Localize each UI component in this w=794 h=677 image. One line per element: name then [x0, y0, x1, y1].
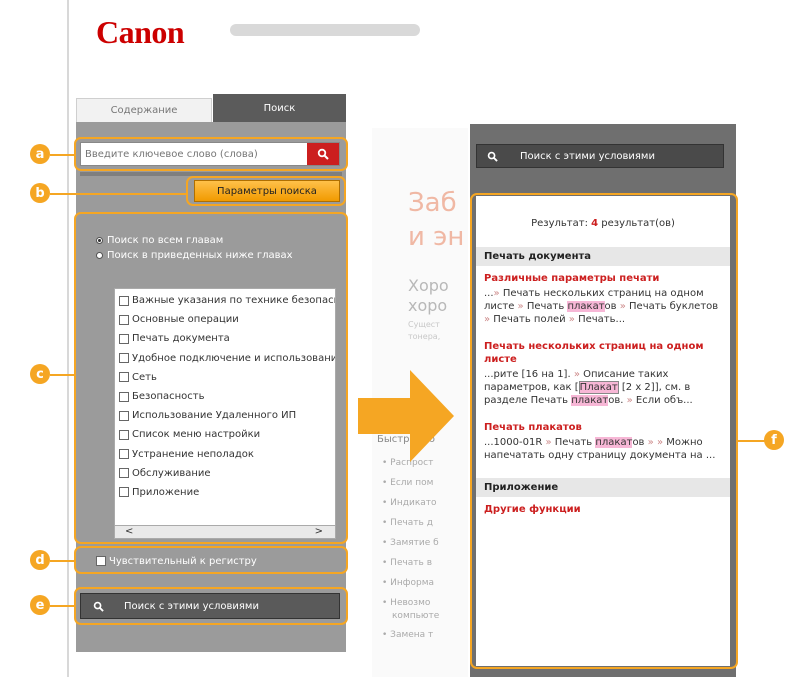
callout-frame-b	[186, 176, 346, 206]
callout-badge-e: e	[30, 595, 50, 615]
results-search-with-conditions-button[interactable]: Поиск с этими условиями	[476, 144, 724, 168]
tab-search[interactable]: Поиск	[213, 94, 346, 122]
callout-connector	[50, 560, 74, 562]
callout-badge-d: d	[30, 550, 50, 570]
background-heading: Заб и эн	[408, 188, 465, 252]
callout-connector	[50, 374, 74, 376]
callout-frame-e	[74, 587, 348, 625]
callout-connector	[50, 193, 186, 195]
callout-frame-d	[74, 546, 348, 574]
background-bullet: компьюте	[392, 611, 440, 621]
callout-badge-a: a	[30, 144, 50, 164]
blurred-product-title	[230, 24, 420, 36]
background-bullet: • Замена т	[382, 630, 434, 640]
callout-connector	[50, 154, 74, 156]
background-bullet: • Печать в	[382, 558, 433, 568]
arrow-right-icon	[358, 370, 454, 462]
background-bullet: • Индикато	[382, 498, 437, 508]
callout-badge-b: b	[30, 183, 50, 203]
background-bullet: • Информа	[382, 578, 435, 588]
background-bullet: • Замятие б	[382, 538, 439, 548]
callout-frame-f	[470, 193, 738, 669]
background-bullet: • Если пом	[382, 478, 434, 488]
background-paragraph: Сущест тонера,	[408, 320, 441, 341]
search-icon	[487, 151, 498, 162]
background-bullet: • Невозмо	[382, 598, 431, 608]
callout-frame-c	[74, 212, 348, 544]
background-bullet: • Печать д	[382, 518, 433, 528]
callout-frame-a	[74, 137, 348, 171]
canon-logo: Canon	[96, 14, 185, 50]
callout-badge-c: c	[30, 364, 50, 384]
callout-badge-f: f	[764, 430, 784, 450]
background-subheading: Хоро хоро	[408, 276, 449, 315]
results-search-label: Поиск с этими условиями	[520, 150, 655, 162]
callout-connector	[50, 605, 74, 607]
tab-contents[interactable]: Содержание	[76, 98, 212, 122]
page-edge-line	[67, 0, 69, 677]
